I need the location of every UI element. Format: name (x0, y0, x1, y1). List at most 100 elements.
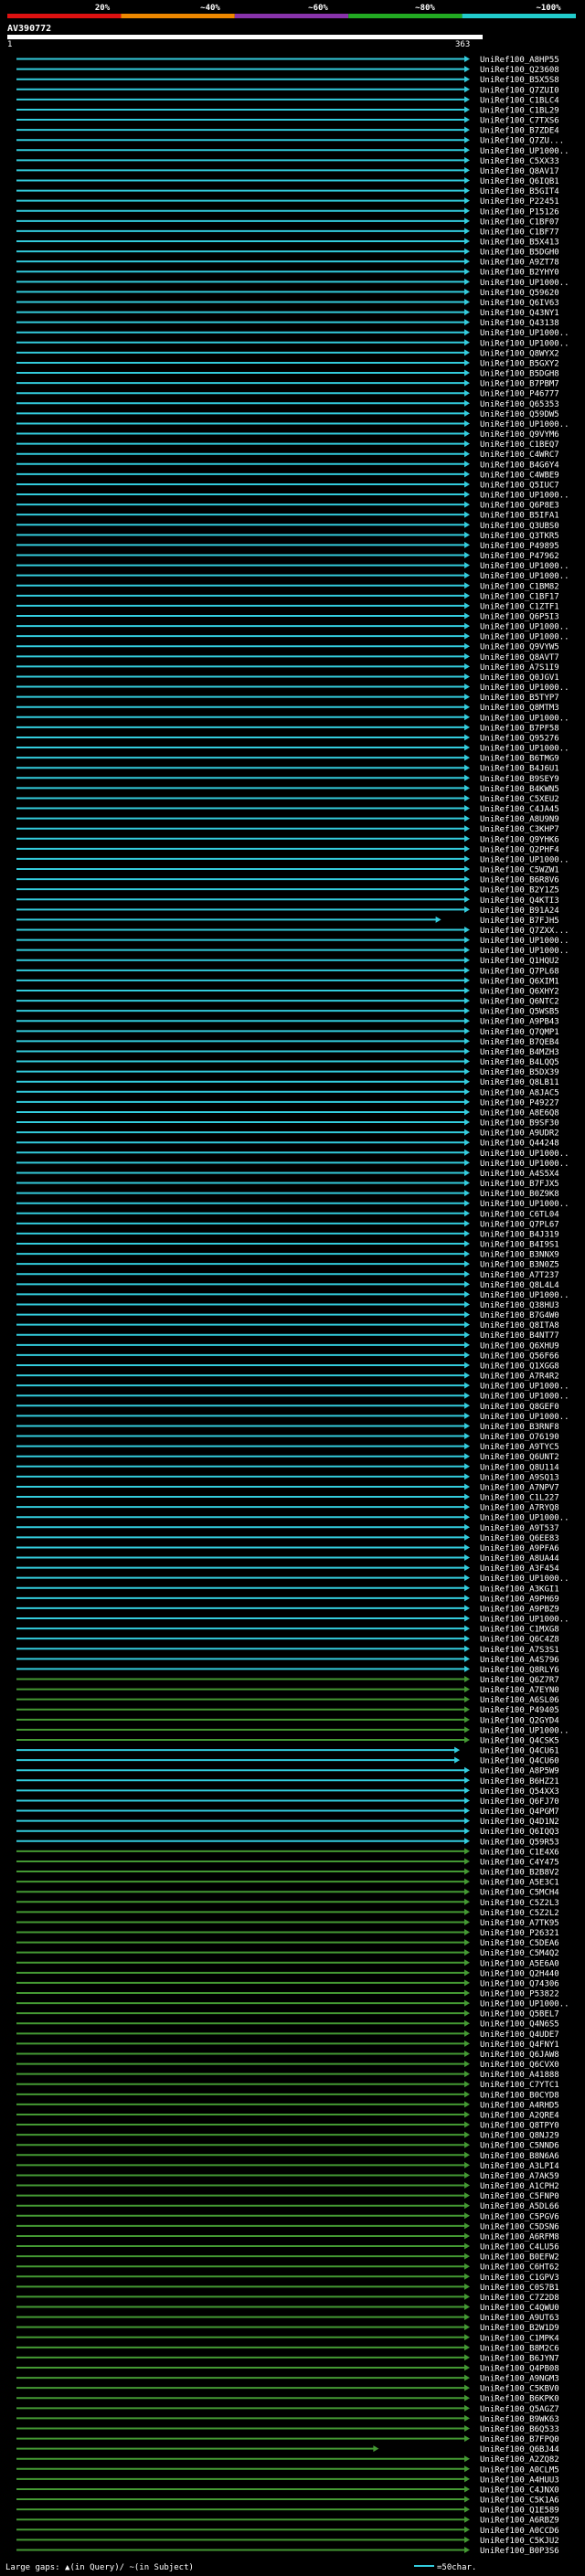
hit-label[interactable]: UniRef100_B6Q533 (480, 2425, 559, 2434)
hit-label[interactable]: UniRef100_Q6XIM1 (480, 977, 559, 986)
hit-label[interactable]: UniRef100_Q4CSK5 (480, 1736, 559, 1745)
hit-label[interactable]: UniRef100_Q6NTC2 (480, 998, 559, 1007)
hit-label[interactable]: UniRef100_B7FJH5 (480, 917, 559, 926)
hit-label[interactable]: UniRef100_B7ZDE4 (480, 127, 559, 136)
hit-label[interactable]: UniRef100_B0Z9K8 (480, 1190, 559, 1199)
hit-label[interactable]: UniRef100_C1L227 (480, 1494, 559, 1503)
hit-label[interactable]: UniRef100_A8E6Q8 (480, 1108, 559, 1118)
hit-label[interactable]: UniRef100_Q8LB11 (480, 1078, 559, 1087)
hit-label[interactable]: UniRef100_UP1000.. (480, 623, 569, 632)
hit-label[interactable]: UniRef100_Q4CU60 (480, 1757, 559, 1766)
hit-label[interactable]: UniRef100_B7FJX5 (480, 1180, 559, 1189)
hit-label[interactable]: UniRef100_Q7ZUI0 (480, 86, 559, 95)
hit-label[interactable]: UniRef100_Q8MTM3 (480, 704, 559, 713)
hit-label[interactable]: UniRef100_Q6IQB1 (480, 177, 559, 186)
hit-label[interactable]: UniRef100_A7NPV7 (480, 1483, 559, 1492)
hit-label[interactable]: UniRef100_Q4PB08 (480, 2365, 559, 2374)
hit-label[interactable]: UniRef100_C3KHP7 (480, 825, 559, 834)
hit-label[interactable]: UniRef100_A9TYC5 (480, 1443, 559, 1452)
hit-label[interactable]: UniRef100_B5DX39 (480, 1068, 559, 1077)
hit-label[interactable]: UniRef100_Q6Z7R7 (480, 1676, 559, 1685)
hit-label[interactable]: UniRef100_Q3TKR5 (480, 532, 559, 541)
hit-label[interactable]: UniRef100_UP1000.. (480, 572, 569, 581)
hit-label[interactable]: UniRef100_C5M4Q2 (480, 1949, 559, 1958)
hit-label[interactable]: UniRef100_B5TYP7 (480, 694, 559, 703)
hit-label[interactable]: UniRef100_C6TL04 (480, 1210, 559, 1219)
hit-label[interactable]: UniRef100_A9ZT78 (480, 259, 559, 268)
hit-label[interactable]: UniRef100_A6RBZ9 (480, 2517, 559, 2526)
hit-label[interactable]: UniRef100_Q4PGM7 (480, 1807, 559, 1817)
hit-label[interactable]: UniRef100_UP1000.. (480, 937, 569, 946)
hit-label[interactable]: UniRef100_C1BF17 (480, 592, 559, 601)
hit-label[interactable]: UniRef100_Q44248 (480, 1140, 559, 1149)
hit-label[interactable]: UniRef100_P15126 (480, 207, 559, 217)
hit-label[interactable]: UniRef100_UP1000.. (480, 633, 569, 642)
hit-label[interactable]: UniRef100_B3N0Z5 (480, 1261, 559, 1270)
hit-label[interactable]: UniRef100_C4JNX0 (480, 2486, 559, 2495)
hit-label[interactable]: UniRef100_A4HUU3 (480, 2475, 559, 2485)
hit-label[interactable]: UniRef100_B6JYN7 (480, 2354, 559, 2363)
hit-label[interactable]: UniRef100_A8U9N9 (480, 815, 559, 824)
hit-label[interactable]: UniRef100_Q2GYD4 (480, 1716, 559, 1725)
hit-label[interactable]: UniRef100_Q65353 (480, 400, 559, 409)
hit-label[interactable]: UniRef100_C6HT62 (480, 2263, 559, 2273)
hit-label[interactable]: UniRef100_Q8U114 (480, 1463, 559, 1472)
hit-label[interactable]: UniRef100_B7PF58 (480, 724, 559, 733)
hit-label[interactable]: UniRef100_B6TMG9 (480, 755, 559, 764)
hit-label[interactable]: UniRef100_C1BL29 (480, 106, 559, 115)
hit-label[interactable]: UniRef100_B6KPK0 (480, 2395, 559, 2404)
hit-label[interactable]: UniRef100_C4LU56 (480, 2243, 559, 2253)
hit-label[interactable]: UniRef100_A0CLM5 (480, 2465, 559, 2475)
hit-label[interactable]: UniRef100_B8M2C6 (480, 2344, 559, 2353)
hit-label[interactable]: UniRef100_A3LPI4 (480, 2162, 559, 2171)
hit-label[interactable]: UniRef100_P26321 (480, 1929, 559, 1938)
hit-label[interactable]: UniRef100_A4S5X4 (480, 1170, 559, 1179)
hit-label[interactable]: UniRef100_B5X5S8 (480, 76, 559, 85)
hit-label[interactable]: UniRef100_P47962 (480, 552, 559, 561)
hit-label[interactable]: UniRef100_UP1000.. (480, 1726, 569, 1735)
hit-label[interactable]: UniRef100_C5NND6 (480, 2142, 559, 2151)
hit-label[interactable]: UniRef100_B4I9S1 (480, 1241, 559, 1250)
hit-label[interactable]: UniRef100_C5XX33 (480, 157, 559, 166)
hit-label[interactable]: UniRef100_C7YTC1 (480, 2081, 559, 2090)
hit-label[interactable]: UniRef100_C5Z2L2 (480, 1909, 559, 1918)
hit-label[interactable]: UniRef100_Q8AV17 (480, 167, 559, 176)
hit-label[interactable]: UniRef100_C5MCH4 (480, 1889, 559, 1898)
hit-label[interactable]: UniRef100_C5PGV6 (480, 2212, 559, 2221)
hit-label[interactable]: UniRef100_B5GIT4 (480, 187, 559, 196)
hit-label[interactable]: UniRef100_C7Z2D8 (480, 2294, 559, 2303)
hit-label[interactable]: UniRef100_UP1000.. (480, 1393, 569, 1402)
hit-label[interactable]: UniRef100_UP1000.. (480, 855, 569, 864)
hit-label[interactable]: UniRef100_UP1000.. (480, 714, 569, 723)
hit-label[interactable]: UniRef100_A9UDR2 (480, 1129, 559, 1139)
hit-label[interactable]: UniRef100_B0CYD8 (480, 2091, 559, 2100)
hit-label[interactable]: UniRef100_Q6BJ44 (480, 2445, 559, 2454)
hit-label[interactable]: UniRef100_B4KWN5 (480, 785, 559, 794)
hit-label[interactable]: UniRef100_B91A24 (480, 906, 559, 916)
hit-label[interactable]: UniRef100_UP1000.. (480, 947, 569, 956)
hit-label[interactable]: UniRef100_P49227 (480, 1098, 559, 1108)
hit-label[interactable]: UniRef100_B4NT77 (480, 1331, 559, 1341)
hit-label[interactable]: UniRef100_Q56F66 (480, 1352, 559, 1361)
hit-label[interactable]: UniRef100_A8P5W9 (480, 1767, 559, 1776)
hit-label[interactable]: UniRef100_A2QRE4 (480, 2111, 559, 2120)
hit-label[interactable]: UniRef100_B2W1D9 (480, 2324, 559, 2333)
hit-label[interactable]: UniRef100_Q5IUC7 (480, 481, 559, 490)
hit-label[interactable]: UniRef100_A7AK59 (480, 2172, 559, 2181)
hit-label[interactable]: UniRef100_C1ZTF1 (480, 602, 559, 611)
hit-label[interactable]: UniRef100_Q7QMP1 (480, 1028, 559, 1037)
hit-label[interactable]: UniRef100_A4S796 (480, 1656, 559, 1665)
hit-label[interactable]: UniRef100_A9PH69 (480, 1595, 559, 1604)
hit-label[interactable]: UniRef100_C1BF07 (480, 217, 559, 227)
hit-label[interactable]: UniRef100_Q4UDE7 (480, 2030, 559, 2040)
hit-label[interactable]: UniRef100_C5KJU2 (480, 2537, 559, 2546)
hit-label[interactable]: UniRef100_C7TXS6 (480, 117, 559, 126)
hit-label[interactable]: UniRef100_UP1000.. (480, 1574, 569, 1584)
hit-label[interactable]: UniRef100_Q9YHK6 (480, 835, 559, 844)
hit-label[interactable]: UniRef100_A5E6A0 (480, 1959, 559, 1968)
hit-label[interactable]: UniRef100_A7RYQ8 (480, 1504, 559, 1513)
hit-label[interactable]: UniRef100_Q5AGZ7 (480, 2405, 559, 2414)
hit-label[interactable]: UniRef100_UP1000.. (480, 279, 569, 288)
hit-label[interactable]: UniRef100_P49405 (480, 1706, 559, 1715)
hit-label[interactable]: UniRef100_Q7PL68 (480, 967, 559, 976)
